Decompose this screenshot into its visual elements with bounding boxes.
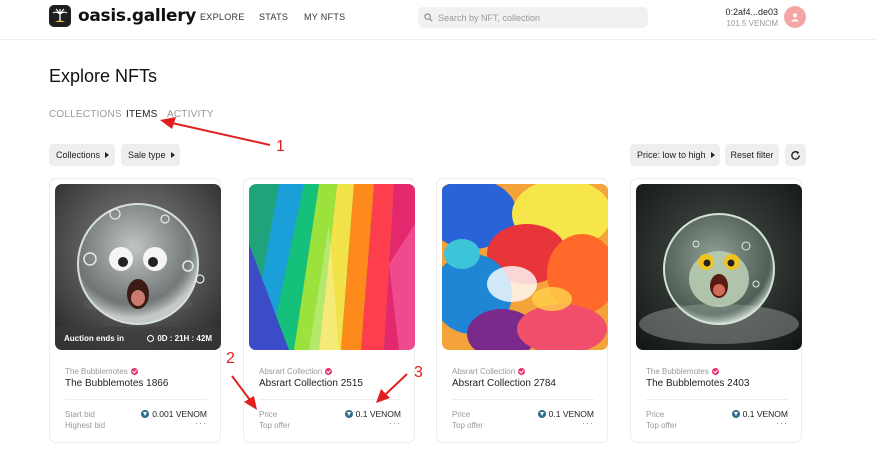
user-icon bbox=[791, 13, 799, 22]
sort-label: Price: low to high bbox=[637, 150, 706, 160]
divider bbox=[65, 399, 207, 400]
nav-explore[interactable]: EXPLORE bbox=[200, 12, 245, 22]
nft-image[interactable] bbox=[636, 184, 802, 350]
offer-label: Top offer bbox=[452, 421, 483, 430]
nft-card[interactable]: Absrart Collection Absrart Collection 25… bbox=[243, 178, 415, 443]
annotation-label-1: 1 bbox=[276, 138, 285, 155]
verified-icon bbox=[130, 368, 138, 375]
venom-token-icon bbox=[141, 410, 150, 418]
tab-collections[interactable]: COLLECTIONS bbox=[49, 109, 122, 120]
collections-filter-label: Collections bbox=[56, 150, 101, 160]
nft-card[interactable]: Auction ends in 0D : 21H : 42M The Bubbl… bbox=[49, 178, 221, 443]
divider bbox=[646, 399, 788, 400]
wallet-info[interactable]: 0:2af4...de03 101.5 VENOM bbox=[725, 7, 778, 28]
top-header: oasis.gallery EXPLORE STATS MY NFTS 0:2a… bbox=[0, 0, 875, 40]
auction-label: Auction ends in bbox=[64, 334, 124, 343]
nav-my-nfts[interactable]: MY NFTS bbox=[304, 12, 345, 22]
nft-card[interactable]: Absrart Collection Absrart Collection 27… bbox=[436, 178, 608, 443]
offer-label: Top offer bbox=[259, 421, 290, 430]
price-label: Start bid bbox=[65, 410, 95, 419]
price-label: Price bbox=[646, 410, 665, 419]
caret-right-icon bbox=[170, 152, 175, 158]
collection-name[interactable]: The Bubblemotes bbox=[646, 367, 719, 376]
nft-image[interactable] bbox=[442, 184, 608, 350]
nft-name[interactable]: The Bubblemotes 2403 bbox=[646, 378, 749, 389]
collection-name-label: Absrart Collection bbox=[259, 367, 323, 376]
avatar[interactable] bbox=[784, 6, 806, 28]
tab-activity[interactable]: ACTIVITY bbox=[167, 109, 214, 120]
refresh-icon bbox=[791, 150, 800, 160]
search-icon bbox=[424, 13, 433, 22]
sort-button[interactable]: Price: low to high bbox=[630, 144, 720, 166]
nft-name[interactable]: Absrart Collection 2515 bbox=[259, 378, 363, 389]
divider bbox=[259, 399, 401, 400]
clock-icon bbox=[147, 335, 155, 342]
page-title: Explore NFTs bbox=[49, 66, 158, 86]
collection-name-label: The Bubblemotes bbox=[65, 367, 128, 376]
wallet-balance: 101.5 VENOM bbox=[726, 19, 778, 28]
venom-token-icon bbox=[344, 410, 353, 418]
price-label: Price bbox=[259, 410, 278, 419]
divider bbox=[452, 399, 594, 400]
search-input[interactable] bbox=[438, 12, 638, 23]
nav-stats[interactable]: STATS bbox=[259, 12, 288, 22]
caret-right-icon bbox=[710, 152, 715, 158]
annotation-label-2: 2 bbox=[226, 350, 235, 367]
collection-name[interactable]: Absrart Collection bbox=[259, 367, 333, 376]
annotation-label-3: 3 bbox=[414, 364, 423, 381]
venom-token-icon bbox=[537, 410, 546, 418]
more-icon[interactable]: ··· bbox=[389, 418, 401, 428]
sale-type-filter-label: Sale type bbox=[128, 150, 166, 160]
price-label: Price bbox=[452, 410, 471, 419]
offer-label: Highest bid bbox=[65, 421, 106, 430]
palm-logo-icon bbox=[49, 5, 71, 27]
refresh-button[interactable] bbox=[785, 144, 806, 166]
logo[interactable]: oasis.gallery bbox=[49, 5, 196, 27]
search-bar[interactable] bbox=[418, 7, 648, 28]
nft-name[interactable]: The Bubblemotes 1866 bbox=[65, 378, 168, 389]
tab-items[interactable]: ITEMS bbox=[126, 109, 158, 120]
nft-name[interactable]: Absrart Collection 2784 bbox=[452, 378, 556, 389]
verified-icon bbox=[518, 368, 526, 375]
auction-timer-value: 0D : 21H : 42M bbox=[157, 334, 212, 343]
nft-image[interactable] bbox=[249, 184, 415, 350]
verified-icon bbox=[325, 368, 333, 375]
auction-timer: 0D : 21H : 42M bbox=[147, 334, 212, 343]
collection-name[interactable]: Absrart Collection bbox=[452, 367, 526, 376]
more-icon[interactable]: ··· bbox=[582, 418, 594, 428]
collections-filter-button[interactable]: Collections bbox=[49, 144, 115, 166]
caret-right-icon bbox=[105, 152, 110, 158]
collection-name[interactable]: The Bubblemotes bbox=[65, 367, 138, 376]
nft-image[interactable]: Auction ends in 0D : 21H : 42M bbox=[55, 184, 221, 350]
reset-filter-button[interactable]: Reset filter bbox=[725, 144, 779, 166]
more-icon[interactable]: ··· bbox=[776, 418, 788, 428]
nft-card[interactable]: The Bubblemotes The Bubblemotes 2403 Pri… bbox=[630, 178, 802, 443]
more-icon[interactable]: ··· bbox=[195, 418, 207, 428]
verified-icon bbox=[711, 368, 719, 375]
venom-token-icon bbox=[731, 410, 740, 418]
sale-type-filter-button[interactable]: Sale type bbox=[121, 144, 180, 166]
offer-label: Top offer bbox=[646, 421, 677, 430]
wallet-address: 0:2af4...de03 bbox=[725, 7, 778, 17]
auction-overlay: Auction ends in 0D : 21H : 42M bbox=[55, 327, 221, 350]
collection-name-label: Absrart Collection bbox=[452, 367, 516, 376]
logo-text: oasis.gallery bbox=[78, 6, 197, 26]
collection-name-label: The Bubblemotes bbox=[646, 367, 709, 376]
annotation-arrow-1 bbox=[171, 122, 271, 146]
